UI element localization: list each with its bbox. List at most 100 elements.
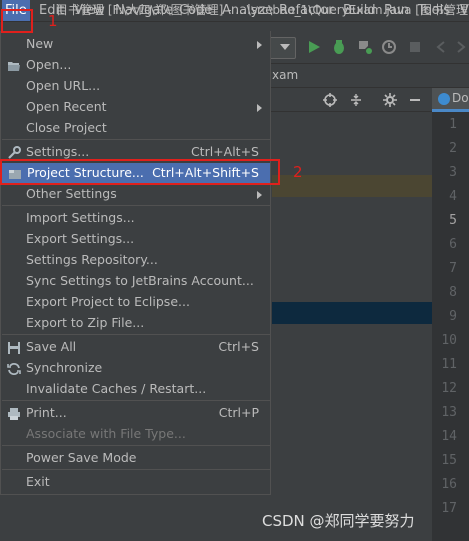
menu-tools[interactable]: Tools — [418, 0, 450, 21]
menu-item-shortcut: Ctrl+P — [218, 405, 259, 420]
print-icon — [7, 407, 21, 421]
file-menu-item-export-to-zip-file[interactable]: Export to Zip File... — [1, 313, 270, 334]
profile-icon[interactable] — [380, 38, 398, 56]
file-menu-item-new[interactable]: New — [1, 34, 270, 55]
line-number: 12 — [441, 381, 457, 396]
wrench-icon — [7, 146, 21, 160]
line-number: 3 — [449, 165, 457, 180]
menu-item-label: Settings... — [26, 144, 90, 159]
menu-separator — [2, 445, 270, 446]
annotation-number-2: 2 — [293, 163, 303, 181]
line-number: 13 — [441, 405, 457, 420]
gear-icon[interactable] — [382, 92, 398, 108]
sync-icon — [7, 362, 21, 376]
menu-navigate[interactable]: Navigate — [115, 0, 173, 21]
file-menu-item-save-all[interactable]: Save All Ctrl+S — [1, 337, 270, 358]
file-menu-item-import-settings[interactable]: Import Settings... — [1, 208, 270, 229]
menu-run[interactable]: Run — [384, 0, 409, 21]
menu-separator — [2, 469, 270, 470]
file-menu-item-open-url[interactable]: Open URL... — [1, 76, 270, 97]
menu-item-label: Open Recent — [26, 99, 107, 114]
line-number: 14 — [441, 429, 457, 444]
menu-bar: 目书管理 [F:\大四\郑\图书管理] - ...\src\bao_1\Quer… — [0, 0, 469, 22]
menu-file[interactable]: File — [2, 0, 30, 21]
debug-icon[interactable] — [330, 38, 348, 56]
submenu-arrow-icon — [257, 104, 262, 112]
watermark: CSDN @郑同学要努力 — [262, 512, 415, 530]
menu-item-label: Synchronize — [26, 360, 103, 375]
line-number: 17 — [441, 501, 457, 516]
file-menu-item-invalidate-caches-restart[interactable]: Invalidate Caches / Restart... — [1, 379, 270, 400]
submenu-arrow-icon — [257, 191, 262, 199]
file-menu-item-export-project-to-eclipse[interactable]: Export Project to Eclipse... — [1, 292, 270, 313]
file-menu-item-sync-settings-to-jetbrains-account[interactable]: Sync Settings to JetBrains Account... — [1, 271, 270, 292]
file-menu-item-print[interactable]: Print... Ctrl+P — [1, 403, 270, 424]
folder-open-icon — [7, 59, 21, 73]
menu-item-label: Close Project — [26, 120, 107, 135]
menu-item-label: Export to Zip File... — [26, 315, 145, 330]
line-number: 11 — [441, 357, 457, 372]
menu-item-label: Export Project to Eclipse... — [26, 294, 190, 309]
menu-separator — [2, 139, 270, 140]
menu-item-label: Import Settings... — [26, 210, 135, 225]
menu-item-label: Save All — [26, 339, 77, 354]
menu-item-shortcut: Ctrl+Alt+S — [190, 144, 259, 159]
collapse-all-icon[interactable] — [348, 92, 364, 108]
editor-tab[interactable]: Do — [432, 88, 469, 112]
menu-item-label: Print... — [26, 405, 67, 420]
file-menu-item-associate-with-file-type: Associate with File Type... — [1, 424, 270, 445]
file-menu-item-project-structure[interactable]: Project Structure... Ctrl+Alt+Shift+S — [2, 163, 270, 184]
menu-item-shortcut: Ctrl+S — [218, 339, 259, 354]
menu-refactor[interactable]: Refactor — [279, 0, 334, 21]
back-icon[interactable] — [432, 38, 450, 56]
line-number: 2 — [449, 141, 457, 156]
line-number: 7 — [449, 261, 457, 276]
editor-tab-label: Do — [452, 91, 469, 105]
line-number: 4 — [449, 189, 457, 204]
menu-item-label: Power Save Mode — [26, 450, 137, 465]
file-menu-item-exit[interactable]: Exit — [1, 472, 270, 493]
annotation-number-1: 1 — [48, 12, 58, 30]
line-number: 5 — [449, 213, 457, 228]
line-number: 1 — [449, 117, 457, 132]
menu-build[interactable]: Build — [343, 0, 376, 21]
menu-separator — [2, 400, 270, 401]
menu-analyze[interactable]: Analyze — [222, 0, 273, 21]
run-icon[interactable] — [305, 38, 323, 56]
stop-icon[interactable] — [406, 38, 424, 56]
chevron-down-icon — [280, 44, 290, 50]
line-number: 10 — [441, 333, 457, 348]
menu-item-shortcut: Ctrl+Alt+Shift+S — [152, 165, 259, 180]
file-menu-item-settings[interactable]: Settings... Ctrl+Alt+S — [1, 142, 270, 163]
file-menu-item-export-settings[interactable]: Export Settings... — [1, 229, 270, 250]
tree-row-selected — [272, 302, 432, 324]
menu-separator — [2, 334, 270, 335]
hide-panel-icon[interactable] — [407, 92, 423, 108]
ide-window: 目书管理 [F:\大四\郑\图书管理] - ...\src\bao_1\Quer… — [0, 0, 469, 541]
line-number: 15 — [441, 453, 457, 468]
locate-icon[interactable] — [322, 92, 338, 108]
coverage-icon[interactable] — [356, 38, 374, 56]
forward-icon[interactable] — [452, 38, 469, 56]
line-number: 9 — [449, 309, 457, 324]
project-structure-icon — [8, 167, 22, 181]
file-menu-item-settings-repository[interactable]: Settings Repository... — [1, 250, 270, 271]
menu-code[interactable]: Code — [179, 0, 212, 21]
menu-item-label: Open URL... — [26, 78, 101, 93]
file-menu-item-synchronize[interactable]: Synchronize — [1, 358, 270, 379]
file-menu-item-power-save-mode[interactable]: Power Save Mode — [1, 448, 270, 469]
menu-view[interactable]: View — [74, 0, 105, 21]
submenu-arrow-icon — [257, 41, 262, 49]
file-menu-item-open[interactable]: Open... — [1, 55, 270, 76]
menu-item-label: Settings Repository... — [26, 252, 158, 267]
line-number: 8 — [449, 285, 457, 300]
menu-separator — [2, 205, 270, 206]
file-menu-item-close-project[interactable]: Close Project — [1, 118, 270, 139]
file-menu-item-other-settings[interactable]: Other Settings — [1, 184, 270, 205]
line-number: 16 — [441, 477, 457, 492]
file-menu-item-open-recent[interactable]: Open Recent — [1, 97, 270, 118]
menu-vcs[interactable]: VC — [460, 0, 469, 21]
java-class-icon — [438, 93, 450, 105]
menu-item-label: New — [26, 36, 54, 51]
nav-breadcrumb-fragment[interactable]: xam — [272, 68, 298, 82]
